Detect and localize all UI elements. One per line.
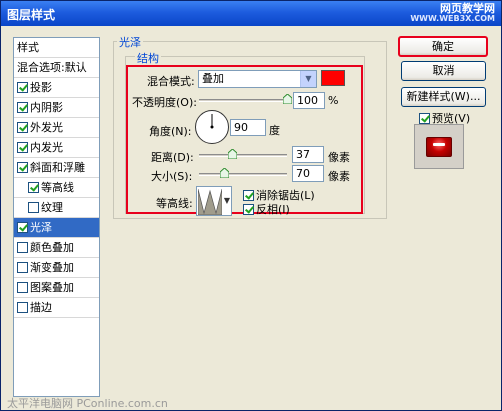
style-item-label: 纹理 — [41, 201, 63, 214]
invert-label: 反相(I) — [256, 203, 290, 216]
style-item[interactable]: 投影 — [14, 78, 99, 98]
size-slider-track[interactable] — [199, 173, 287, 176]
distance-unit: 像素 — [328, 151, 350, 164]
blend-options-default[interactable]: 混合选项:默认 — [14, 58, 99, 78]
style-item-checkbox[interactable] — [17, 122, 28, 133]
style-item-label: 颜色叠加 — [30, 241, 74, 254]
style-item-checkbox[interactable] — [17, 162, 28, 173]
style-item-checkbox[interactable] — [17, 242, 28, 253]
anti-alias-checkbox[interactable] — [243, 190, 254, 201]
style-item[interactable]: 内发光 — [14, 138, 99, 158]
layer-style-dialog: 图层样式 网页教学网 WWW.WEB3X.COM 样式 混合选项:默认 投影内阴… — [0, 0, 502, 411]
ok-button[interactable]: 确定 — [398, 36, 488, 57]
window-title: 图层样式 — [7, 8, 56, 22]
blend-color-swatch[interactable] — [321, 70, 345, 86]
opacity-slider-track[interactable] — [199, 99, 287, 102]
angle-unit: 度 — [269, 124, 280, 137]
style-item-checkbox[interactable] — [17, 302, 28, 313]
style-item[interactable]: 纹理 — [14, 198, 99, 218]
contour-chevron-down-icon[interactable]: ▼ — [224, 196, 230, 205]
style-item-label: 内阴影 — [30, 101, 63, 114]
style-item-label: 描边 — [30, 301, 52, 314]
style-item-label: 渐变叠加 — [30, 261, 74, 274]
style-item-label: 等高线 — [41, 181, 74, 194]
style-item-checkbox[interactable] — [17, 262, 28, 273]
title-bar[interactable]: 图层样式 网页教学网 WWW.WEB3X.COM — [1, 1, 501, 26]
size-slider-thumb[interactable] — [219, 168, 229, 178]
distance-label: 距离(D): — [151, 151, 194, 164]
watermark: 网页教学网 WWW.WEB3X.COM — [410, 2, 495, 24]
blend-mode-select[interactable]: 叠加 ▼ — [198, 70, 317, 88]
chevron-down-icon[interactable]: ▼ — [300, 71, 316, 87]
preview-swatch — [426, 137, 452, 157]
size-input[interactable]: 70 — [292, 165, 324, 182]
structure-group-title: 结构 — [135, 50, 161, 66]
styles-header[interactable]: 样式 — [14, 38, 99, 58]
cancel-button[interactable]: 取消 — [401, 61, 486, 81]
preview-highlight — [433, 143, 445, 146]
style-item[interactable]: 描边 — [14, 298, 99, 318]
style-item-label: 斜面和浮雕 — [30, 161, 85, 174]
style-item[interactable]: 光泽 — [14, 218, 99, 238]
style-item[interactable]: 图案叠加 — [14, 278, 99, 298]
style-item-label: 内发光 — [30, 141, 63, 154]
opacity-label: 不透明度(O): — [132, 96, 197, 109]
style-item[interactable]: 斜面和浮雕 — [14, 158, 99, 178]
style-item[interactable]: 等高线 — [14, 178, 99, 198]
satin-group-title: 光泽 — [117, 34, 143, 50]
watermark-url: WWW.WEB3X.COM — [410, 14, 495, 23]
style-item-checkbox[interactable] — [17, 102, 28, 113]
distance-input[interactable]: 37 — [292, 146, 324, 163]
styles-list: 样式 混合选项:默认 投影内阴影外发光内发光斜面和浮雕等高线纹理光泽颜色叠加渐变… — [13, 37, 100, 397]
opacity-slider-thumb[interactable] — [283, 94, 292, 104]
angle-dial[interactable] — [195, 110, 229, 144]
style-item-label: 光泽 — [30, 221, 52, 234]
invert-checkbox[interactable] — [243, 204, 254, 215]
style-item-checkbox[interactable] — [28, 182, 39, 193]
size-unit: 像素 — [328, 170, 350, 183]
invert-option[interactable]: 反相(I) — [243, 201, 290, 217]
contour-label: 等高线: — [156, 197, 193, 210]
style-preview — [414, 124, 464, 169]
style-item[interactable]: 颜色叠加 — [14, 238, 99, 258]
style-item-label: 投影 — [30, 81, 52, 94]
footer-watermark: 太平洋电脑网 PConline.com.cn — [7, 397, 168, 410]
size-label: 大小(S): — [151, 170, 193, 183]
style-item[interactable]: 内阴影 — [14, 98, 99, 118]
contour-picker[interactable]: ▼ — [196, 186, 232, 216]
style-item-label: 外发光 — [30, 121, 63, 134]
distance-slider-track[interactable] — [199, 154, 287, 157]
new-style-button[interactable]: 新建样式(W)... — [401, 87, 486, 107]
style-item-label: 图案叠加 — [30, 281, 74, 294]
opacity-unit: % — [328, 94, 339, 107]
style-item-checkbox[interactable] — [17, 82, 28, 93]
angle-label: 角度(N): — [149, 125, 192, 138]
style-item[interactable]: 渐变叠加 — [14, 258, 99, 278]
blend-mode-value: 叠加 — [202, 72, 224, 85]
style-item-checkbox[interactable] — [28, 202, 39, 213]
angle-needle-icon — [210, 114, 214, 129]
opacity-input[interactable]: 100 — [293, 92, 325, 109]
distance-slider-thumb[interactable] — [227, 149, 237, 159]
angle-input[interactable]: 90 — [230, 119, 266, 136]
contour-curve-icon — [198, 188, 222, 215]
blend-mode-label: 混合模式: — [147, 75, 195, 88]
style-item-checkbox[interactable] — [17, 142, 28, 153]
watermark-text: 网页教学网 — [440, 2, 495, 15]
style-item[interactable]: 外发光 — [14, 118, 99, 138]
style-item-checkbox[interactable] — [17, 222, 28, 233]
style-item-checkbox[interactable] — [17, 282, 28, 293]
preview-checkbox[interactable] — [419, 113, 430, 124]
